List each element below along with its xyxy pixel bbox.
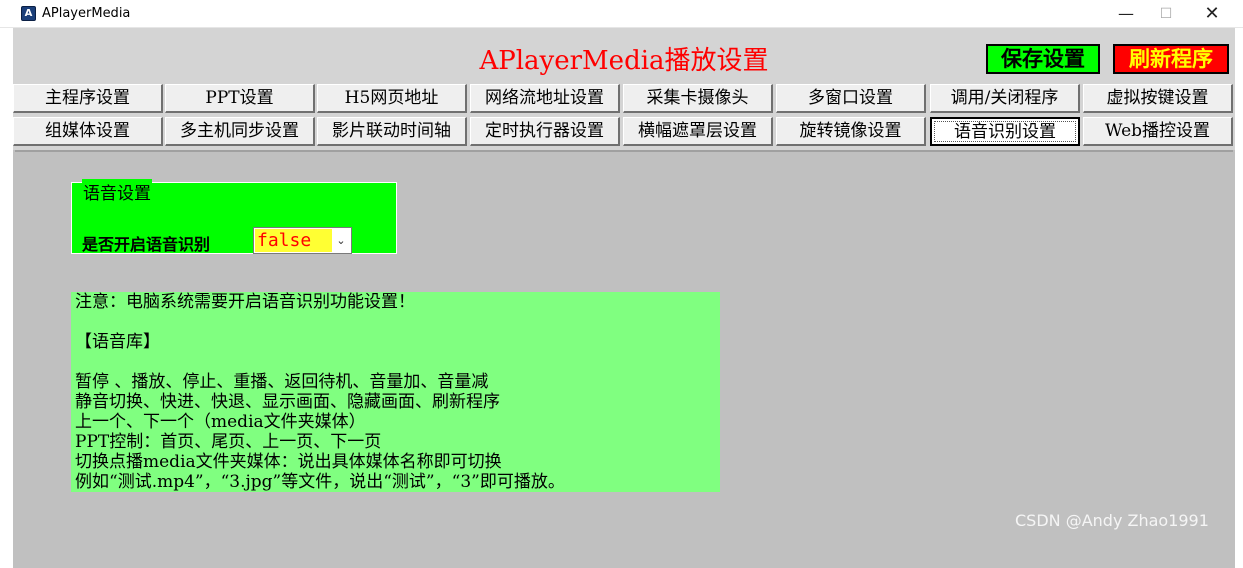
tab-banner-mask[interactable]: 横幅遮罩层设置 (623, 117, 773, 146)
tab-web-control[interactable]: Web播控设置 (1083, 117, 1233, 146)
tab-stream-url[interactable]: 网络流地址设置 (470, 84, 620, 113)
voice-recognition-label: 是否开启语音识别 (82, 235, 211, 254)
window-client-area: APlayerMedia播放设置 保存设置 刷新程序 主程序设置 PPT设置 H… (13, 28, 1235, 568)
notice-line: 注意：电脑系统需要开启语音识别功能设置！ (75, 292, 415, 312)
voice-notice-panel: 注意：电脑系统需要开启语音识别功能设置！ 【语音库】 暂停 、播放、停止、重播、… (71, 292, 720, 492)
tab-capture-camera[interactable]: 采集卡摄像头 (623, 84, 773, 113)
notice-line (75, 312, 716, 332)
maximize-button[interactable]: ☐ (1143, 0, 1189, 28)
tab-virtual-keys[interactable]: 虚拟按键设置 (1083, 84, 1233, 113)
tab-main-program[interactable]: 主程序设置 (13, 84, 163, 113)
refresh-button[interactable]: 刷新程序 (1113, 44, 1229, 74)
tab-multi-host-sync[interactable]: 多主机同步设置 (165, 117, 315, 146)
tab-call-close-program[interactable]: 调用/关闭程序 (930, 84, 1080, 113)
voice-settings-group: 语音设置 是否开启语音识别 false ⌄ (71, 179, 397, 254)
notice-line: 暂停 、播放、停止、重播、返回待机、音量加、音量减 (75, 372, 489, 392)
tab-ppt[interactable]: PPT设置 (165, 84, 315, 113)
notice-line (75, 352, 716, 372)
voice-settings-legend: 语音设置 (82, 179, 152, 204)
tab-voice-recognition[interactable]: 语音识别设置 (930, 117, 1080, 146)
watermark: CSDN @Andy Zhao1991 (1015, 511, 1209, 530)
chevron-down-icon[interactable]: ⌄ (333, 230, 349, 251)
tab-group-media[interactable]: 组媒体设置 (13, 117, 163, 146)
tab-film-timeline[interactable]: 影片联动时间轴 (317, 117, 467, 146)
tab-h5-url[interactable]: H5网页地址 (317, 84, 467, 113)
header-area: APlayerMedia播放设置 保存设置 刷新程序 主程序设置 PPT设置 H… (13, 28, 1235, 150)
save-button[interactable]: 保存设置 (986, 44, 1100, 74)
notice-line: 静音切换、快进、快退、显示画面、隐藏画面、刷新程序 (75, 392, 500, 412)
notice-line: 切换点播media文件夹媒体：说出具体媒体名称即可切换 (75, 452, 502, 472)
voice-recognition-value: false (255, 229, 332, 252)
voice-recognition-select[interactable]: false ⌄ (253, 227, 352, 254)
tab-timer-executor[interactable]: 定时执行器设置 (470, 117, 620, 146)
notice-line: 上一个、下一个（media文件夹媒体） (75, 412, 366, 432)
tab-rotate-mirror[interactable]: 旋转镜像设置 (776, 117, 926, 146)
title-bar: A APlayerMedia — ☐ ✕ (0, 0, 1243, 28)
close-button[interactable]: ✕ (1189, 0, 1235, 28)
window-title: APlayerMedia (42, 6, 131, 21)
app-icon: A (21, 6, 36, 21)
notice-line: 例如“测试.mp4”，“3.jpg”等文件，说出“测试”，“3”即可播放。 (75, 472, 565, 492)
tab-multi-window[interactable]: 多窗口设置 (776, 84, 926, 113)
notice-line: PPT控制：首页、尾页、上一页、下一页 (75, 432, 382, 452)
notice-line: 【语音库】 (75, 332, 160, 352)
tab-content-panel: 语音设置 是否开启语音识别 false ⌄ 注意：电脑系统需要开启语音识别功能设… (15, 150, 1233, 568)
